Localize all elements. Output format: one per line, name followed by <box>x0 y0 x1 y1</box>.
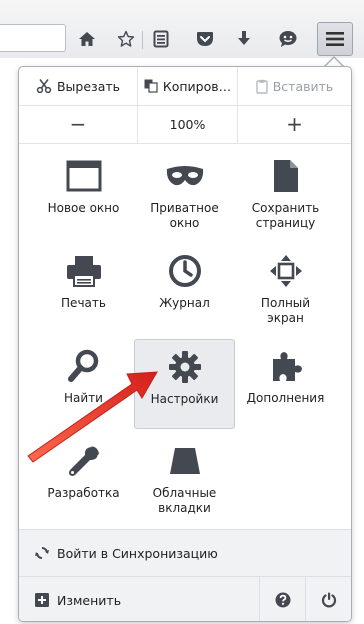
history-clock-icon <box>168 252 202 290</box>
zoom-out-label: − <box>69 112 87 136</box>
preferences-label: Настройки <box>150 392 219 406</box>
url-bar[interactable] <box>0 24 66 52</box>
copy-button[interactable]: Копиров… <box>137 67 237 105</box>
addons-puzzle-icon <box>269 347 303 385</box>
save-page-label: Сохранить страницу <box>251 201 320 230</box>
developer-label: Разработка <box>47 486 120 500</box>
fullscreen-icon <box>269 252 303 290</box>
download-icon <box>238 31 250 45</box>
settings-gear-icon <box>168 348 202 386</box>
new-window-button[interactable]: Новое окно <box>33 149 134 239</box>
synced-tabs-button[interactable]: Облачные вкладки <box>134 434 235 524</box>
cut-label: Вырезать <box>56 78 121 94</box>
bookmark-star-icon <box>117 30 135 47</box>
print-button[interactable]: Печать <box>33 244 134 334</box>
private-window-label: Приватное окно <box>150 201 219 230</box>
main-menu-panel: Вырезать Копиров… Вставить − 100% + Ново… <box>18 66 352 622</box>
reading-list-icon <box>153 30 169 48</box>
toolbar-separator <box>142 31 143 49</box>
help-icon <box>275 592 291 608</box>
developer-button[interactable]: Разработка <box>33 434 134 524</box>
fullscreen-label: Полный экран <box>260 296 311 325</box>
addons-label: Дополнения <box>246 391 325 405</box>
power-icon <box>321 592 337 608</box>
zoom-in-label: + <box>286 112 303 136</box>
pocket-icon <box>197 32 213 46</box>
private-mask-icon <box>166 157 204 195</box>
synced-tabs-icon <box>166 442 204 480</box>
customize-plus-icon <box>35 593 49 607</box>
zoom-level: 100% <box>169 116 206 132</box>
help-button[interactable] <box>259 577 306 621</box>
paste-label: Вставить <box>272 78 334 94</box>
reading-list-button[interactable] <box>146 24 176 54</box>
hamburger-menu-icon <box>326 32 344 46</box>
zoom-controls: − 100% + <box>19 105 351 144</box>
preferences-button[interactable]: Настройки <box>134 339 235 429</box>
footer-bar: Изменить <box>19 576 351 621</box>
cut-button[interactable]: Вырезать <box>19 67 137 105</box>
synced-tabs-label: Облачные вкладки <box>152 486 217 515</box>
zoom-reset-button[interactable]: 100% <box>137 105 237 143</box>
sync-button[interactable]: Войти в Синхронизацию <box>19 529 351 576</box>
printer-icon <box>66 252 102 290</box>
pocket-button[interactable] <box>190 24 220 54</box>
find-magnifier-icon <box>67 347 100 385</box>
addons-button[interactable]: Дополнения <box>235 339 336 429</box>
save-page-button[interactable]: Сохранить страницу <box>235 149 336 239</box>
private-window-button[interactable]: Приватное окно <box>134 149 235 239</box>
paste-button[interactable]: Вставить <box>237 67 351 105</box>
copy-icon <box>144 79 158 93</box>
print-label: Печать <box>61 296 106 310</box>
downloads-button[interactable] <box>229 24 259 54</box>
history-button[interactable]: Журнал <box>134 244 235 334</box>
copy-label: Копиров… <box>162 78 232 94</box>
zoom-in-button[interactable]: + <box>237 105 351 143</box>
customize-label[interactable]: Изменить <box>57 593 121 608</box>
open-menu-button[interactable] <box>317 22 353 56</box>
edit-controls: Вырезать Копиров… Вставить <box>19 67 351 106</box>
find-label: Найти <box>64 391 103 405</box>
zoom-out-button[interactable]: − <box>19 105 137 143</box>
scissors-icon <box>36 78 52 94</box>
fullscreen-button[interactable]: Полный экран <box>235 244 336 334</box>
new-window-label: Новое окно <box>47 201 120 215</box>
save-page-icon <box>273 157 299 195</box>
hello-button[interactable] <box>273 24 303 54</box>
home-button[interactable] <box>72 24 102 54</box>
sync-label: Войти в Синхронизацию <box>57 545 218 561</box>
new-window-icon <box>66 157 102 195</box>
history-label: Журнал <box>159 296 210 310</box>
browser-toolbar <box>0 0 364 58</box>
bookmark-button[interactable] <box>111 24 141 54</box>
quit-button[interactable] <box>305 577 351 621</box>
sync-icon <box>35 546 49 560</box>
clipboard-icon <box>256 79 268 94</box>
developer-wrench-icon <box>67 442 101 480</box>
find-button[interactable]: Найти <box>33 339 134 429</box>
hello-chat-icon <box>279 31 297 47</box>
home-icon <box>79 32 95 46</box>
